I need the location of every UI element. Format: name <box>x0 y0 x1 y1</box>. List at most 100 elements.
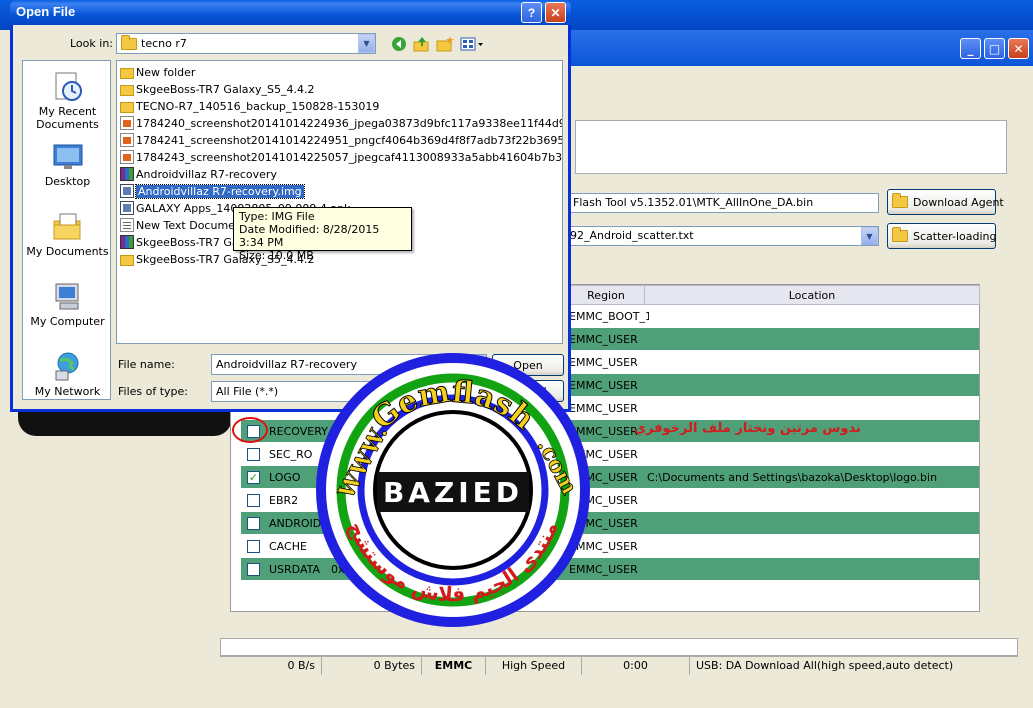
new-folder-icon[interactable] <box>435 34 455 54</box>
cell-location: C:\Documents and Settings\bazoka\Desktop… <box>647 471 938 484</box>
file-name: Androidvillaz R7-recovery <box>136 167 277 181</box>
look-in-combo[interactable]: tecno r7 ▼ <box>116 33 376 54</box>
look-in-label: Look in: <box>70 37 113 50</box>
flash-tool-top-panel <box>575 120 1007 174</box>
partition-checkbox[interactable] <box>247 517 260 530</box>
minimize-icon[interactable]: _ <box>960 38 981 59</box>
help-icon[interactable]: ? <box>521 2 542 23</box>
tooltip-type: Type: IMG File <box>239 210 315 223</box>
partition-checkbox[interactable] <box>247 448 260 461</box>
image-file-icon <box>120 133 134 147</box>
folder-file-icon <box>120 254 134 266</box>
file-list[interactable]: New folder SkgeeBoss-TR7 Galaxy_S5_4.4.2 T… <box>116 60 563 344</box>
cell-location <box>647 535 977 558</box>
file-name: 1784240_screenshot20141014224936_jpega03… <box>136 116 563 130</box>
file-type-label: Files of type: <box>118 385 189 398</box>
status-bytes: 0 Bytes <box>322 657 422 675</box>
status-mode: High Speed <box>486 657 582 675</box>
file-name-label: File name: <box>118 358 175 371</box>
file-item[interactable]: Androidvillaz R7-recovery <box>120 166 277 182</box>
cell-location <box>647 512 977 535</box>
file-type-value: All File (*.*) <box>216 385 279 398</box>
network-icon <box>52 351 84 383</box>
cell-location <box>647 397 977 420</box>
region-column-header[interactable]: Region <box>566 285 646 305</box>
scatter-path[interactable]: 592_Android_scatter.txt ▼ <box>559 226 879 246</box>
img-file-icon <box>120 184 134 198</box>
place-my-network[interactable]: My Network <box>23 347 112 417</box>
desktop-icon <box>52 141 84 173</box>
partition-checkbox[interactable] <box>247 563 260 576</box>
place-my-computer[interactable]: My Computer <box>23 277 112 347</box>
tooltip-date: Date Modified: 8/28/2015 3:34 PM <box>239 223 380 249</box>
image-file-icon <box>120 116 134 130</box>
recent-documents-icon <box>52 71 84 103</box>
file-item[interactable]: Androidvillaz R7-recovery.img <box>120 183 305 199</box>
rar-file-icon <box>120 167 134 181</box>
place-label: My Computer <box>30 315 105 328</box>
chevron-down-icon[interactable]: ▼ <box>861 227 878 245</box>
file-tooltip: Type: IMG File Date Modified: 8/28/2015 … <box>233 207 412 262</box>
folder-file-icon <box>120 101 134 113</box>
cell-location <box>647 489 977 512</box>
file-name: SkgeeBoss-TR7 Galaxy_S5_4.4.2 <box>136 82 315 96</box>
file-name: New Text Document <box>136 218 247 232</box>
folder-file-icon <box>120 67 134 79</box>
view-menu-icon[interactable] <box>459 34 485 54</box>
scatter-loading-label: Scatter-loading <box>913 229 997 243</box>
folder-icon <box>121 34 137 50</box>
folder-file-icon <box>120 84 134 96</box>
file-item[interactable]: 1784243_screenshot20141014225057_jpegcaf… <box>120 149 563 165</box>
place-my-recent-documents[interactable]: My Recent Documents <box>23 67 112 137</box>
place-label: My Documents <box>26 245 109 258</box>
cell-location <box>647 443 977 466</box>
file-name: 1784243_screenshot20141014225057_jpegcaf… <box>136 150 563 164</box>
progress-bar <box>220 638 1018 656</box>
folder-icon <box>892 227 908 242</box>
open-file-dialog: Open File ? ✕ Look in: tecno r7 ▼ My Rec… <box>10 0 571 412</box>
download-agent-button[interactable]: Download Agent <box>887 189 1004 215</box>
file-item[interactable]: 1784241_screenshot20141014224951_pngcf40… <box>120 132 563 148</box>
file-name: New folder <box>136 65 196 79</box>
my-documents-icon <box>52 211 84 243</box>
annotation-circle <box>232 417 268 443</box>
place-desktop[interactable]: Desktop <box>23 137 112 207</box>
download-agent-label: Download Agent <box>913 195 1004 209</box>
cell-region: EMMC_BOOT_1 <box>569 310 649 323</box>
file-name: TECNO-R7_140516_backup_150828-153019 <box>136 99 380 113</box>
download-agent-path[interactable]: Flash Tool v5.1352.01\MTK_AllInOne_DA.bi… <box>569 193 879 213</box>
file-name: Androidvillaz R7-recovery.img <box>135 183 305 199</box>
file-item[interactable]: New Text Document <box>120 217 246 233</box>
file-item[interactable]: 1784240_screenshot20141014224936_jpega03… <box>120 115 563 131</box>
close-icon[interactable]: ✕ <box>545 2 566 23</box>
place-my-documents[interactable]: My Documents <box>23 207 112 277</box>
partition-checkbox[interactable]: ✓ <box>247 471 260 484</box>
annotation-text: ندوس مرتين ونختار ملف الرخوفري <box>634 421 861 436</box>
file-item[interactable]: SkgeeBoss-TR7 Galaxy_S5_4.4.2 <box>120 81 314 97</box>
flash-tool-caption: _ □ ✕ <box>565 30 1033 66</box>
file-name: 1784241_screenshot20141014224951_pngcf40… <box>136 133 563 147</box>
maximize-icon[interactable]: □ <box>984 38 1005 59</box>
cell-location <box>647 305 977 328</box>
up-folder-icon[interactable] <box>412 34 432 54</box>
partition-checkbox[interactable] <box>247 540 260 553</box>
folder-icon <box>892 193 908 208</box>
status-storage: EMMC <box>422 657 486 675</box>
back-icon[interactable] <box>389 34 409 54</box>
location-column-header[interactable]: Location <box>644 285 980 305</box>
place-label: My Network <box>34 385 101 398</box>
scatter-loading-button[interactable]: Scatter-loading <box>887 223 996 249</box>
status-bar: 0 B/s 0 Bytes EMMC High Speed 0:00 USB: … <box>220 656 1018 675</box>
scatter-path-text: 592_Android_scatter.txt <box>563 229 694 242</box>
file-item[interactable]: New folder <box>120 64 195 80</box>
txt-file-icon <box>120 218 134 232</box>
cell-location <box>647 558 977 581</box>
close-icon[interactable]: ✕ <box>1008 38 1029 59</box>
watermark-center-text: BAZIED <box>383 476 523 509</box>
gemflash-watermark: Gemflash WWW. .com BAZIED منتدى الجيم فل… <box>316 353 590 627</box>
file-item[interactable]: TECNO-R7_140516_backup_150828-153019 <box>120 98 379 114</box>
img-file-icon <box>120 201 134 215</box>
look-in-value: tecno r7 <box>141 37 187 50</box>
partition-checkbox[interactable] <box>247 494 260 507</box>
chevron-down-icon[interactable]: ▼ <box>358 34 375 53</box>
